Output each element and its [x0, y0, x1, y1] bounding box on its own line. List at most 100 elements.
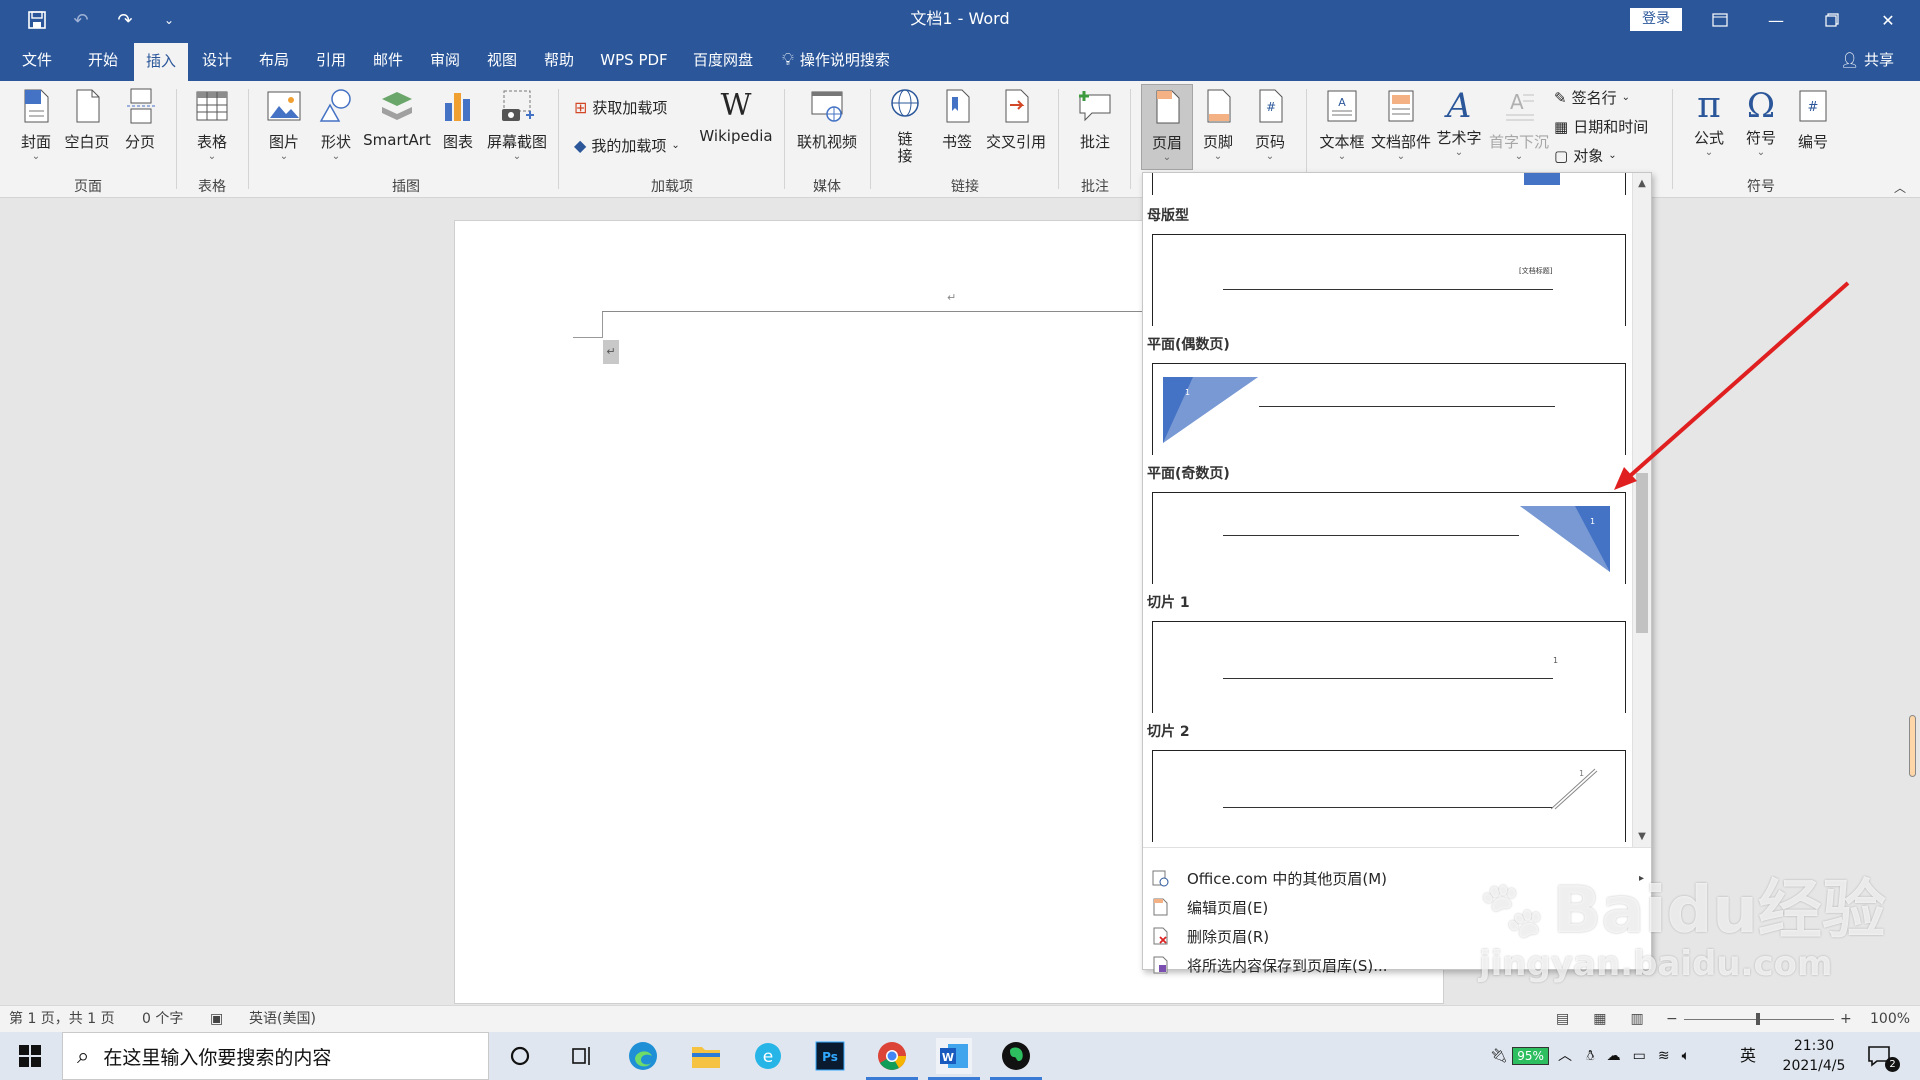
wifi-icon[interactable]: ≋ [1658, 1032, 1670, 1080]
minimize-icon[interactable]: — [1748, 0, 1804, 40]
tab-review[interactable]: 审阅 [418, 40, 472, 81]
link-button[interactable]: 链接 [882, 87, 928, 165]
footer-button[interactable]: 页脚 ⌄ [1196, 87, 1240, 162]
gallery-item-partial[interactable] [1152, 173, 1626, 195]
date-time-button[interactable]: ▦ 日期和时间 [1554, 116, 1648, 137]
proofing-icon[interactable]: ▣ [210, 1006, 223, 1033]
gallery-item-odd[interactable]: 1 [1152, 492, 1626, 584]
my-addins-button[interactable]: ◆ 我的加载项 ⌄ [574, 135, 680, 156]
gallery-item-slice1[interactable]: 1 [1152, 621, 1626, 713]
edge-browser-icon[interactable] [625, 1038, 661, 1074]
page-break-button[interactable]: 分页 [118, 87, 162, 152]
ie-browser-icon[interactable]: e [750, 1038, 786, 1074]
drop-cap-button[interactable]: A 首字下沉 ⌄ [1486, 87, 1552, 162]
numbering-button[interactable]: # 编号 [1790, 87, 1836, 152]
status-word-count[interactable]: 0 个字 [142, 1006, 183, 1033]
tab-help[interactable]: 帮助 [532, 40, 586, 81]
read-mode-icon[interactable]: ▤ [1556, 1006, 1569, 1033]
zoom-level[interactable]: 100% [1870, 1006, 1910, 1033]
wordart-button[interactable]: A 艺术字 ⌄ [1434, 87, 1484, 158]
table-button[interactable]: 表格 ⌄ [188, 87, 236, 162]
tab-baidu-netdisk[interactable]: 百度网盘 [686, 40, 760, 81]
tab-home[interactable]: 开始 [76, 40, 130, 81]
tab-wps-pdf[interactable]: WPS PDF [592, 40, 676, 81]
tab-design[interactable]: 设计 [190, 40, 244, 81]
screenshot-button[interactable]: 屏幕截图 ⌄ [484, 87, 550, 162]
share-button[interactable]: 👤︎ 共享 [1840, 40, 1894, 81]
save-to-gallery-menu-item[interactable]: 将所选内容保存到页眉库(S)... [1151, 951, 1388, 979]
quick-parts-button[interactable]: 文档部件 ⌄ [1370, 87, 1432, 162]
tab-layout[interactable]: 布局 [247, 40, 301, 81]
collapse-ribbon-icon[interactable]: ︿ [1894, 179, 1906, 196]
qq-icon[interactable]: 🐧︎ [1586, 1032, 1595, 1080]
calendar-icon: ▦ [1554, 117, 1569, 136]
zoom-slider[interactable] [1684, 1013, 1834, 1025]
close-icon[interactable]: ✕ [1860, 0, 1916, 40]
equation-button[interactable]: π 公式 ⌄ [1686, 87, 1732, 158]
header-button[interactable]: 页眉 ⌄ [1141, 84, 1193, 170]
file-explorer-icon[interactable] [688, 1038, 724, 1074]
zoom-in-icon[interactable]: + [1840, 1006, 1852, 1033]
status-language[interactable]: 英语(美国) [249, 1006, 316, 1033]
undo-icon[interactable]: ↶ [64, 5, 98, 35]
zoom-slider-thumb[interactable] [1756, 1013, 1760, 1025]
tab-view[interactable]: 视图 [475, 40, 529, 81]
cross-reference-button[interactable]: 交叉引用 [984, 87, 1048, 152]
blank-page-button[interactable]: 空白页 [62, 87, 112, 152]
edit-header-menu-item[interactable]: 编辑页眉(E) [1151, 893, 1268, 921]
document-scroll-marker[interactable] [1909, 715, 1916, 777]
gallery-item-even[interactable]: 1 [1152, 363, 1626, 455]
scroll-up-arrow-icon[interactable]: ▲ [1633, 175, 1651, 193]
redo-icon[interactable]: ↷ [108, 5, 142, 35]
object-button[interactable]: ▢ 对象 ⌄ [1554, 145, 1617, 166]
volume-icon[interactable]: 🔈︎ [1682, 1032, 1690, 1080]
gallery-item-slice2[interactable]: 1 [1152, 750, 1626, 842]
cortana-icon[interactable] [502, 1038, 538, 1074]
new-comment-button[interactable]: 批注 [1070, 87, 1120, 152]
textbox-button[interactable]: A 文本框 ⌄ [1316, 87, 1368, 162]
notification-center-icon[interactable]: 2 [1862, 1038, 1900, 1074]
customize-toolbar-icon[interactable]: ⌄ [152, 5, 186, 35]
gallery-item-master[interactable]: [文档标题] [1152, 234, 1626, 326]
chart-button[interactable]: 图表 [436, 87, 480, 152]
smartart-button[interactable]: SmartArt [362, 87, 432, 149]
tell-me-search[interactable]: 💡︎ 操作说明搜索 [782, 40, 922, 81]
online-video-button[interactable]: 联机视频 [794, 87, 860, 152]
scroll-down-arrow-icon[interactable]: ▼ [1633, 828, 1651, 846]
photoshop-icon[interactable]: Ps [812, 1038, 848, 1074]
web-layout-icon[interactable]: ▥ [1630, 1006, 1643, 1033]
symbol-button[interactable]: Ω 符号 ⌄ [1738, 87, 1784, 158]
clock[interactable]: 21:30 2021/4/5 [1774, 1036, 1854, 1076]
remove-header-menu-item[interactable]: 删除页眉(R) [1151, 922, 1269, 950]
shapes-button[interactable]: 形状 ⌄ [314, 87, 358, 162]
status-page-count[interactable]: 第 1 页，共 1 页 [9, 1006, 115, 1033]
taskbar-search-box[interactable]: ⌕ 在这里输入你要搜索的内容 [62, 1032, 489, 1080]
cover-page-button[interactable]: 封面 ⌄ [14, 87, 58, 162]
tab-mailings[interactable]: 邮件 [361, 40, 415, 81]
chrome-icon[interactable] [866, 1038, 918, 1080]
signin-button[interactable]: 登录 [1630, 8, 1682, 31]
page-number-button[interactable]: # 页码 ⌄ [1248, 87, 1292, 162]
maximize-icon[interactable] [1804, 0, 1860, 40]
tab-insert[interactable]: 插入 [134, 43, 188, 81]
task-view-icon[interactable] [564, 1038, 600, 1074]
save-icon[interactable] [20, 5, 54, 35]
tab-file[interactable]: 文件 [10, 40, 64, 81]
ime-indicator[interactable]: 英 [1740, 1032, 1756, 1080]
get-addins-button[interactable]: ⊞ 获取加载项 [574, 97, 667, 118]
zoom-out-icon[interactable]: − [1666, 1006, 1678, 1033]
ribbon-display-options-icon[interactable] [1692, 0, 1748, 40]
word-app-icon[interactable]: W [928, 1038, 980, 1080]
cloud-icon[interactable]: ☁︎ [1607, 1032, 1621, 1080]
windows-start-icon[interactable] [12, 1038, 48, 1074]
battery-icon[interactable]: ▭ [1633, 1032, 1646, 1080]
evernote-icon[interactable] [990, 1038, 1042, 1080]
battery-status[interactable]: 🔌︎ 95% [1490, 1032, 1549, 1080]
picture-button[interactable]: 图片 ⌄ [262, 87, 306, 162]
wikipedia-button[interactable]: W Wikipedia [696, 87, 776, 145]
print-layout-icon[interactable]: ▦ [1593, 1006, 1606, 1033]
show-hidden-icons-icon[interactable]: ︿ [1558, 1032, 1572, 1080]
tab-references[interactable]: 引用 [304, 40, 358, 81]
bookmark-button[interactable]: 书签 [934, 87, 980, 152]
signature-line-button[interactable]: ✎ 签名行 ⌄ [1554, 87, 1630, 108]
